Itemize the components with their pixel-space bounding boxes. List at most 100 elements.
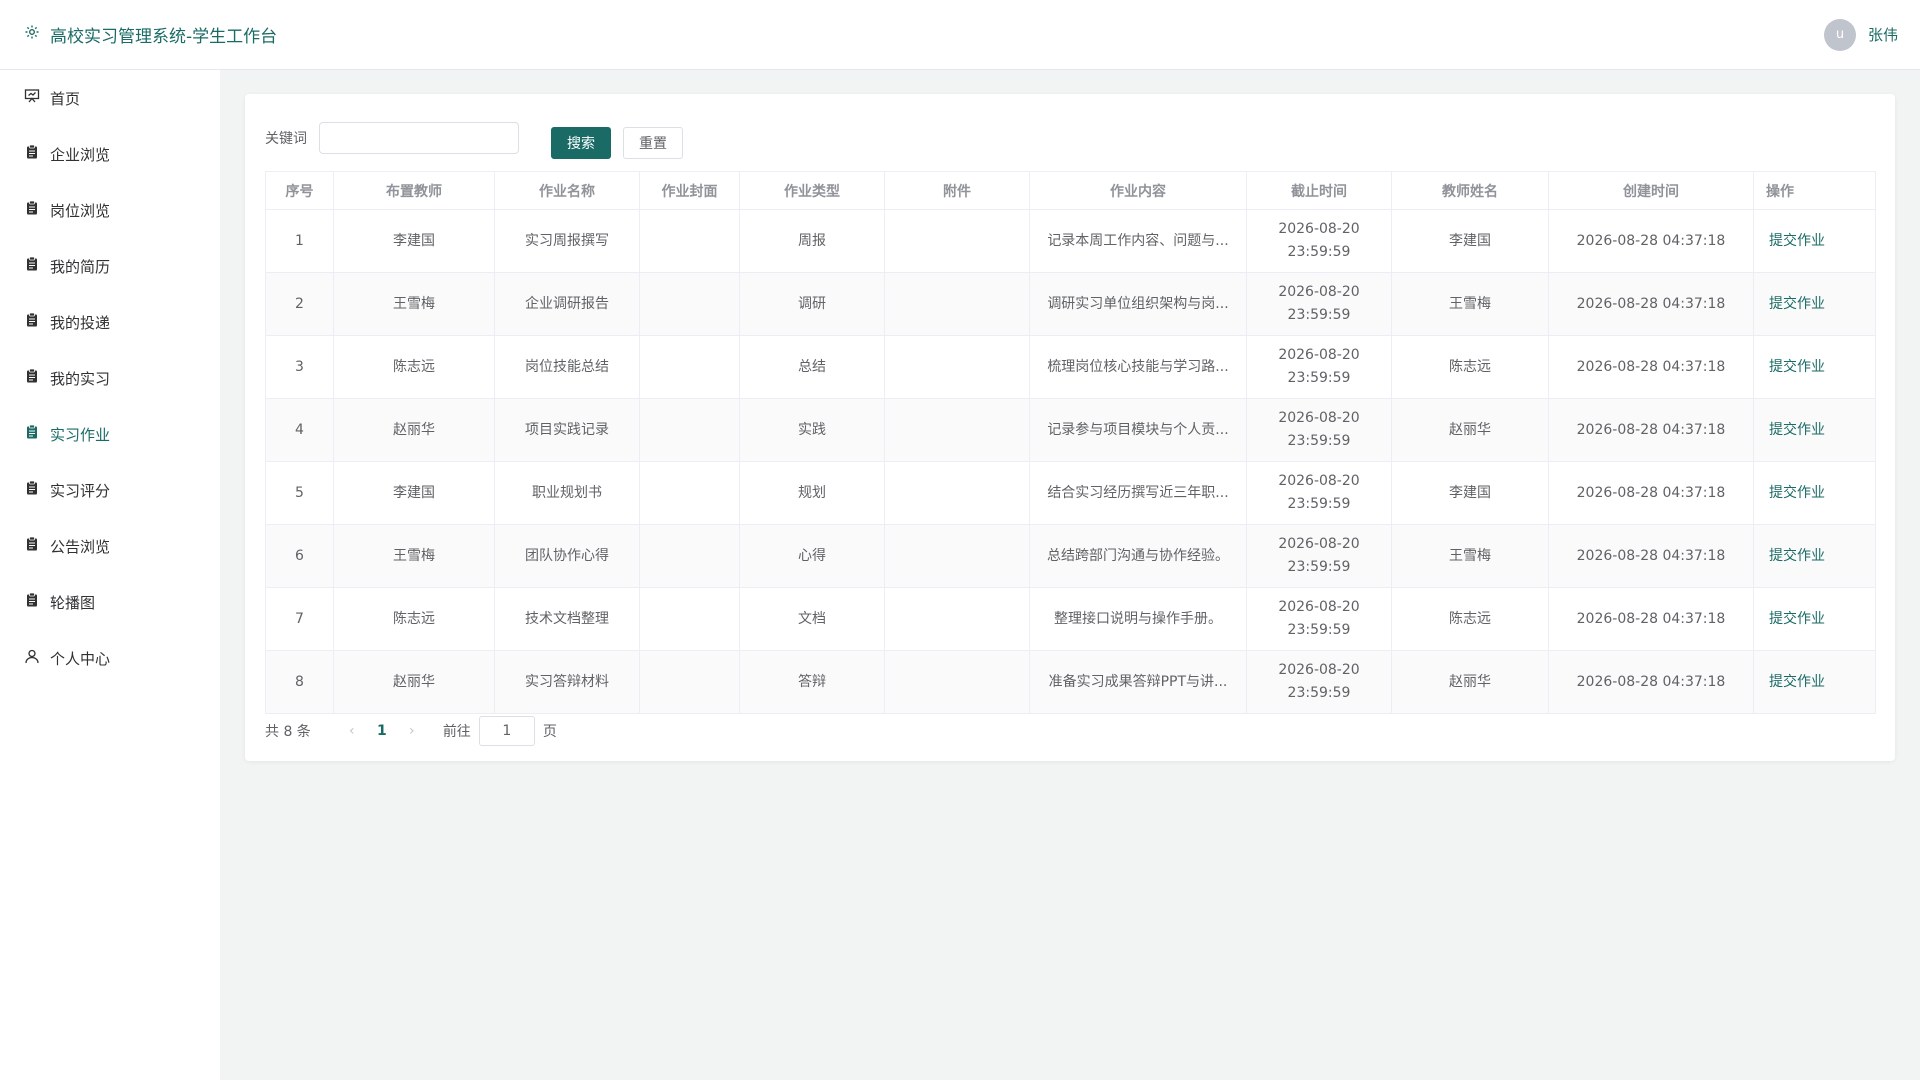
sidebar-item-home[interactable]: 首页 xyxy=(0,70,220,126)
cell-attachment xyxy=(884,209,1030,273)
cell-teacher-name: 李建国 xyxy=(1391,209,1549,273)
submit-homework-link[interactable]: 提交作业 xyxy=(1769,233,1825,249)
cell-index: 1 xyxy=(265,209,334,273)
cell-content: 梳理岗位核心技能与学习路... xyxy=(1029,335,1247,399)
cell-teacher: 赵丽华 xyxy=(333,398,495,462)
avatar[interactable]: u xyxy=(1823,18,1856,51)
cell-actions: 提交作业 xyxy=(1753,461,1876,525)
submit-homework-link[interactable]: 提交作业 xyxy=(1769,548,1825,564)
cell-attachment xyxy=(884,587,1030,651)
deadline-time: 23:59:59 xyxy=(1287,244,1351,260)
table-row: 6 王雪梅 团队协作心得 心得 总结跨部门沟通与协作经验。 2026-08-20 23:59… xyxy=(265,524,1876,588)
cell-teacher: 王雪梅 xyxy=(333,524,495,588)
clipboard-icon xyxy=(24,536,40,556)
cell-deadline: 2026-08-20 23:59:59 xyxy=(1246,272,1392,336)
cell-created-time: 2026-08-28 04:37:18 xyxy=(1548,335,1754,399)
chevron-left-icon[interactable]: ‹ xyxy=(337,723,367,739)
homework-table: 序号 布置教师 作业名称 作业封面 作业类型 附件 作业内容 截止时间 教师姓名… xyxy=(265,171,1876,714)
cell-attachment xyxy=(884,272,1030,336)
sidebar-item-my-internship[interactable]: 我的实习 xyxy=(0,350,220,406)
deadline-time: 23:59:59 xyxy=(1287,307,1351,323)
cell-content: 记录本周工作内容、问题与... xyxy=(1029,209,1247,273)
submit-homework-link[interactable]: 提交作业 xyxy=(1769,485,1825,501)
column-header: 附件 xyxy=(884,171,1030,210)
cell-teacher-name: 赵丽华 xyxy=(1391,398,1549,462)
cell-content: 准备实习成果答辩PPT与讲... xyxy=(1029,650,1247,714)
search-button[interactable]: 搜索 xyxy=(551,127,611,159)
deadline-date: 2026-08-20 xyxy=(1278,662,1360,678)
keyword-input[interactable] xyxy=(319,122,519,154)
cell-teacher: 李建国 xyxy=(333,209,495,273)
cell-created-time: 2026-08-28 04:37:18 xyxy=(1548,209,1754,273)
cell-attachment xyxy=(884,398,1030,462)
sidebar-item-label: 个人中心 xyxy=(50,649,111,668)
cell-created-time: 2026-08-28 04:37:18 xyxy=(1548,461,1754,525)
deadline-date: 2026-08-20 xyxy=(1278,599,1360,615)
cell-content: 结合实习经历撰写近三年职... xyxy=(1029,461,1247,525)
cell-index: 4 xyxy=(265,398,334,462)
submit-homework-link[interactable]: 提交作业 xyxy=(1769,296,1825,312)
sidebar-item-label: 我的投递 xyxy=(50,313,111,332)
sidebar-item-company-browse[interactable]: 企业浏览 xyxy=(0,126,220,182)
cell-cover xyxy=(639,587,740,651)
column-header: 截止时间 xyxy=(1246,171,1392,210)
sidebar-item-label: 首页 xyxy=(50,89,81,108)
submit-homework-link[interactable]: 提交作业 xyxy=(1769,674,1825,690)
deadline-date: 2026-08-20 xyxy=(1278,536,1360,552)
clipboard-icon xyxy=(24,480,40,500)
sidebar-item-internship-score[interactable]: 实习评分 xyxy=(0,462,220,518)
cell-teacher: 陈志远 xyxy=(333,335,495,399)
chevron-right-icon[interactable]: › xyxy=(397,723,427,739)
column-header: 作业封面 xyxy=(639,171,740,210)
sidebar-item-profile[interactable]: 个人中心 xyxy=(0,630,220,686)
deadline-time: 23:59:59 xyxy=(1287,496,1351,512)
cell-teacher-name: 李建国 xyxy=(1391,461,1549,525)
column-header: 布置教师 xyxy=(333,171,495,210)
reset-button[interactable]: 重置 xyxy=(623,127,683,159)
cell-cover xyxy=(639,524,740,588)
sidebar-item-job-browse[interactable]: 岗位浏览 xyxy=(0,182,220,238)
top-bar: 高校实习管理系统-学生工作台 u 张伟 xyxy=(0,0,1920,70)
username[interactable]: 张伟 xyxy=(1868,24,1898,45)
submit-homework-link[interactable]: 提交作业 xyxy=(1769,359,1825,375)
cell-deadline: 2026-08-20 23:59:59 xyxy=(1246,587,1392,651)
cell-type: 周报 xyxy=(739,209,885,273)
page-number-current[interactable]: 1 xyxy=(367,723,397,739)
user-menu[interactable]: u 张伟 xyxy=(1823,18,1898,51)
sidebar-item-internship-homework[interactable]: 实习作业 xyxy=(0,406,220,462)
clipboard-icon xyxy=(24,200,40,220)
presentation-icon xyxy=(24,88,40,108)
cell-homework-name: 项目实践记录 xyxy=(494,398,640,462)
deadline-time: 23:59:59 xyxy=(1287,559,1351,575)
total-count: 共 8 条 xyxy=(265,724,311,740)
submit-homework-link[interactable]: 提交作业 xyxy=(1769,422,1825,438)
sidebar-item-my-applications[interactable]: 我的投递 xyxy=(0,294,220,350)
cell-deadline: 2026-08-20 23:59:59 xyxy=(1246,650,1392,714)
sidebar-item-my-resume[interactable]: 我的简历 xyxy=(0,238,220,294)
user-icon xyxy=(24,648,40,668)
goto-label: 前往 xyxy=(442,724,471,740)
cell-index: 2 xyxy=(265,272,334,336)
sidebar-item-label: 公告浏览 xyxy=(50,537,111,556)
cell-index: 5 xyxy=(265,461,334,525)
cell-teacher: 赵丽华 xyxy=(333,650,495,714)
cell-teacher: 李建国 xyxy=(333,461,495,525)
cell-teacher-name: 陈志远 xyxy=(1391,335,1549,399)
submit-homework-link[interactable]: 提交作业 xyxy=(1769,611,1825,627)
column-header: 教师姓名 xyxy=(1391,171,1549,210)
cell-actions: 提交作业 xyxy=(1753,524,1876,588)
deadline-date: 2026-08-20 xyxy=(1278,347,1360,363)
sidebar-item-label: 轮播图 xyxy=(50,593,96,612)
sidebar: 首页 企业浏览 岗位浏览 我的简历 我的投递 我的实习 实习作业 实习评分 公告… xyxy=(0,70,220,1080)
sidebar-item-label: 实习作业 xyxy=(50,425,111,444)
cell-teacher: 王雪梅 xyxy=(333,272,495,336)
sidebar-item-announcements[interactable]: 公告浏览 xyxy=(0,518,220,574)
clipboard-icon xyxy=(24,144,40,164)
cell-created-time: 2026-08-28 04:37:18 xyxy=(1548,524,1754,588)
clipboard-icon xyxy=(24,592,40,612)
cell-created-time: 2026-08-28 04:37:18 xyxy=(1548,272,1754,336)
goto-page-input[interactable] xyxy=(478,716,535,746)
sidebar-item-carousel[interactable]: 轮播图 xyxy=(0,574,220,630)
deadline-date: 2026-08-20 xyxy=(1278,284,1360,300)
sidebar-item-label: 实习评分 xyxy=(50,481,111,500)
